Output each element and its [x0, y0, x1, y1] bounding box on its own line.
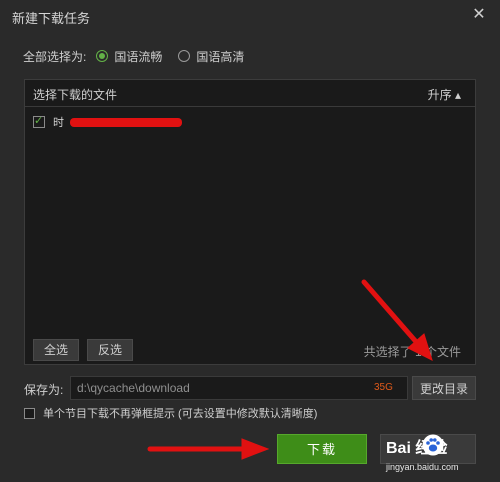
annotation-arrows [147, 279, 433, 460]
arrow-to-download [147, 438, 270, 460]
arrow-to-count [361, 279, 433, 361]
